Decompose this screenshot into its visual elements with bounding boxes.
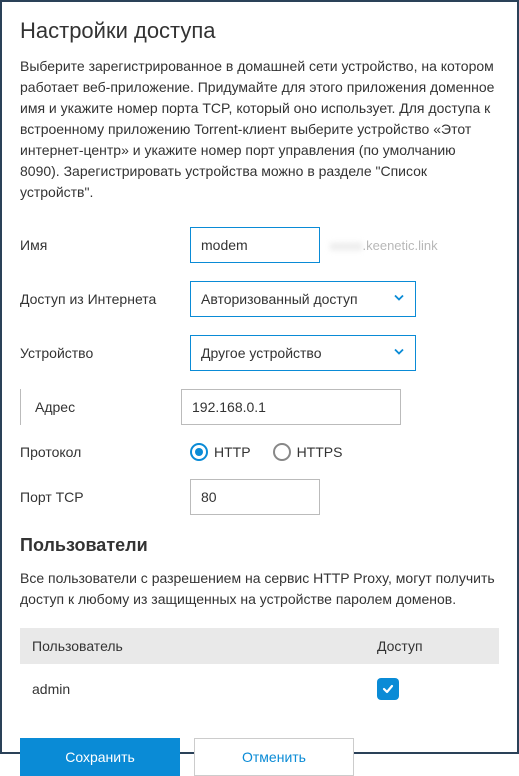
protocol-radio-http[interactable]: HTTP <box>190 443 251 461</box>
users-table: Пользователь Доступ admin <box>20 628 499 714</box>
address-input[interactable] <box>181 389 401 425</box>
protocol-https-label: HTTPS <box>297 444 343 460</box>
access-value[interactable] <box>190 281 416 317</box>
protocol-label: Протокол <box>20 444 190 460</box>
access-label: Доступ из Интернета <box>20 291 190 307</box>
users-section-description: Все пользователи с разрешением на сервис… <box>20 568 499 610</box>
users-section-title: Пользователи <box>20 535 499 556</box>
domain-suffix: xxxxx.keenetic.link <box>330 238 438 253</box>
device-label: Устройство <box>20 345 190 361</box>
device-select[interactable] <box>190 335 416 371</box>
cancel-button[interactable]: Отменить <box>194 738 354 776</box>
user-cell: admin <box>32 681 377 697</box>
device-value[interactable] <box>190 335 416 371</box>
radio-checked-icon <box>190 443 208 461</box>
access-select[interactable] <box>190 281 416 317</box>
save-button[interactable]: Сохранить <box>20 738 180 776</box>
address-label: Адрес <box>35 399 181 415</box>
col-user-header: Пользователь <box>32 638 377 654</box>
radio-unchecked-icon <box>273 443 291 461</box>
col-access-header: Доступ <box>377 638 487 654</box>
check-icon <box>381 682 395 696</box>
protocol-http-label: HTTP <box>214 444 251 460</box>
port-input[interactable] <box>190 479 320 515</box>
page-description: Выберите зарегистрированное в домашней с… <box>20 56 499 203</box>
port-label: Порт TCP <box>20 489 190 505</box>
name-input[interactable] <box>190 227 320 263</box>
access-checkbox[interactable] <box>377 678 399 700</box>
table-header: Пользователь Доступ <box>20 628 499 664</box>
table-row: admin <box>20 664 499 714</box>
protocol-radio-https[interactable]: HTTPS <box>273 443 343 461</box>
name-label: Имя <box>20 237 190 253</box>
page-title: Настройки доступа <box>20 18 499 44</box>
